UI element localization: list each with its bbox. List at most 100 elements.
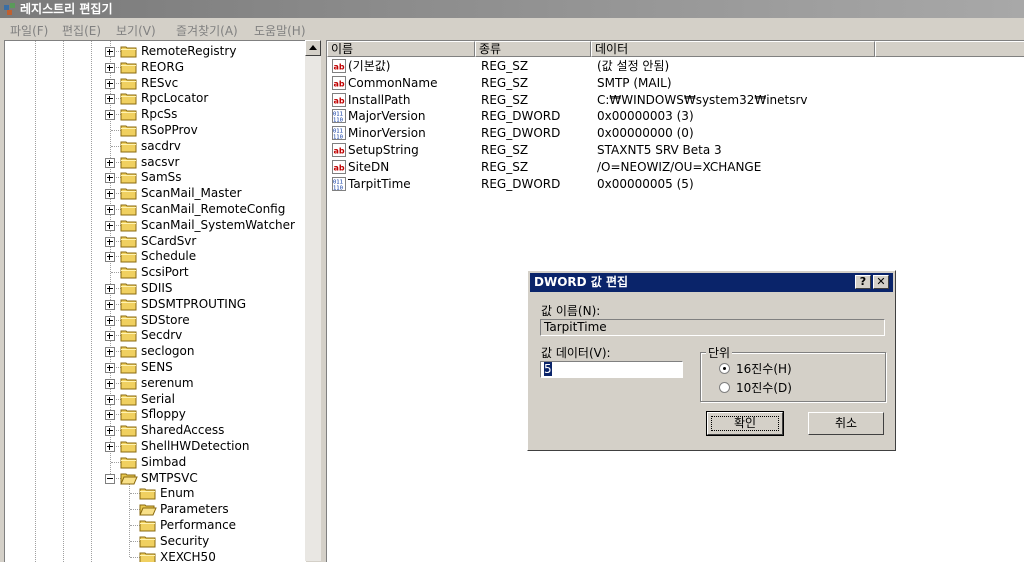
tree-item[interactable]: Enum — [5, 485, 305, 501]
scroll-up-button[interactable] — [305, 40, 321, 56]
tree-item[interactable]: RpcSs — [5, 106, 305, 122]
radio-hex-label[interactable]: 16진수(H) — [736, 360, 792, 377]
expand-icon[interactable] — [105, 442, 115, 452]
tree-item[interactable]: SMTPSVC — [5, 470, 305, 486]
tree-item[interactable]: seclogon — [5, 343, 305, 359]
expand-icon[interactable] — [105, 426, 115, 437]
cancel-button[interactable]: 취소 — [808, 412, 884, 435]
expand-icon[interactable] — [105, 394, 115, 405]
expand-icon[interactable] — [105, 173, 115, 184]
close-button[interactable]: ✕ — [873, 275, 889, 289]
expand-icon[interactable] — [105, 363, 115, 373]
tree-item[interactable]: RSoPProv — [5, 122, 305, 138]
value-data: 0x00000005 (5) — [597, 176, 694, 191]
tree-item[interactable]: ShellHWDetection — [5, 438, 305, 454]
menu-file[interactable]: 파일(F) — [10, 22, 48, 39]
tree-item[interactable]: ScanMail_RemoteConfig — [5, 201, 305, 217]
expand-icon[interactable] — [105, 94, 115, 105]
tree-item[interactable]: SENS — [5, 359, 305, 375]
expand-icon[interactable] — [105, 157, 115, 168]
radio-hex[interactable] — [719, 363, 730, 374]
tree-item[interactable]: SamSs — [5, 169, 305, 185]
tree-item[interactable]: Sfloppy — [5, 406, 305, 422]
tree-item[interactable]: RemoteRegistry — [5, 43, 305, 59]
value-row[interactable]: ab InstallPath REG_SZ C:₩WINDOWS₩system32₩i… — [327, 92, 1024, 108]
tree-item[interactable]: RpcLocator — [5, 90, 305, 106]
expand-icon[interactable] — [105, 220, 115, 231]
expand-icon[interactable] — [105, 331, 115, 342]
tree-item-label: Sfloppy — [141, 407, 186, 422]
expand-icon[interactable] — [105, 347, 115, 358]
cancel-button-label: 취소 — [834, 416, 858, 430]
tree-item[interactable]: SDIIS — [5, 280, 305, 296]
tree-item-label: REORG — [141, 59, 185, 74]
tree-item-label: Simbad — [141, 454, 187, 469]
tree-item[interactable]: SDStore — [5, 312, 305, 328]
dialog-titlebar[interactable]: DWORD 값 편집 ? ✕ — [530, 273, 893, 292]
expand-icon[interactable] — [105, 315, 115, 326]
column-header-type[interactable]: 종류 — [475, 41, 591, 57]
tree-item[interactable]: XEXCH50 — [5, 549, 305, 562]
tree-item[interactable]: sacdrv — [5, 138, 305, 154]
tree-item[interactable]: RESvc — [5, 75, 305, 91]
tree-item-label: RESvc — [141, 75, 179, 90]
tree-item[interactable]: SharedAccess — [5, 422, 305, 438]
column-header-data[interactable]: 데이터 — [591, 41, 875, 57]
value-data: /O=NEOWIZ/OU=XCHANGE — [597, 159, 762, 174]
help-button[interactable]: ? — [855, 275, 871, 289]
tree-item[interactable]: Simbad — [5, 454, 305, 470]
expand-icon[interactable] — [105, 78, 115, 89]
folder-icon — [120, 376, 138, 390]
expand-icon[interactable] — [105, 284, 115, 294]
expand-icon[interactable] — [105, 410, 115, 421]
radio-selected-dot — [723, 367, 726, 370]
value-row[interactable]: 011 110 MinorVersion REG_DWORD 0x00000000 (0… — [327, 125, 1024, 141]
tree-item-label: SCardSvr — [141, 233, 197, 248]
value-row[interactable]: ab SiteDN REG_SZ/O=NEOWIZ/OU=XCHANGE — [327, 159, 1024, 175]
tree-item[interactable]: sacsvr — [5, 154, 305, 170]
window-titlebar[interactable]: 레지스트리 편집기 — [0, 0, 1024, 18]
radio-dec-label[interactable]: 10진수(D) — [736, 379, 792, 396]
radio-dec[interactable] — [719, 382, 730, 393]
menu-help[interactable]: 도움말(H) — [254, 22, 306, 39]
menu-favorites[interactable]: 즐겨찾기(A) — [176, 22, 238, 39]
ok-button[interactable]: 확인 — [706, 411, 784, 436]
value-name: MinorVersion — [348, 126, 426, 141]
registry-key-tree[interactable]: RemoteRegistry REORG RESvc RpcLocator RpcSs R… — [4, 40, 306, 562]
expand-icon[interactable] — [105, 252, 115, 263]
expand-icon[interactable] — [105, 189, 115, 200]
column-header-name[interactable]: 이름 — [327, 41, 475, 57]
value-row[interactable]: ab (기본값) REG_SZ (값 설정 안됨) — [327, 58, 1024, 74]
tree-item[interactable]: Security — [5, 533, 305, 549]
expand-icon[interactable] — [105, 236, 115, 247]
menu-edit[interactable]: 편집(E) — [62, 22, 101, 39]
tree-item[interactable]: ScanMail_SystemWatcher — [5, 217, 305, 233]
expand-icon[interactable] — [105, 62, 115, 73]
tree-item[interactable]: Performance — [5, 517, 305, 533]
tree-item[interactable]: Serial — [5, 391, 305, 407]
collapse-icon[interactable] — [105, 473, 115, 484]
value-row[interactable]: 011 110 TarpitTime REG_DWORD 0x00000005 (5) — [327, 176, 1024, 192]
tree-item-label: RSoPProv — [141, 123, 198, 137]
value-row[interactable]: ab CommonName REG_SZ SMTP (MAIL) — [327, 75, 1024, 91]
tree-item[interactable]: Schedule — [5, 248, 305, 264]
value-data-input[interactable]: 5 — [540, 361, 683, 378]
tree-item[interactable]: ScsiPort — [5, 264, 305, 280]
expand-icon[interactable] — [105, 205, 115, 215]
menu-view[interactable]: 보기(V) — [116, 22, 156, 39]
tree-scrollbar[interactable] — [305, 40, 321, 561]
tree-item[interactable]: SCardSvr — [5, 233, 305, 249]
tree-item[interactable]: SDSMTPROUTING — [5, 296, 305, 312]
expand-icon[interactable] — [105, 47, 115, 57]
value-data: 0x00000003 (3) — [597, 109, 694, 124]
expand-icon[interactable] — [105, 110, 115, 121]
tree-item[interactable]: Secdrv — [5, 327, 305, 343]
tree-item[interactable]: serenum — [5, 375, 305, 391]
tree-item[interactable]: ScanMail_Master — [5, 185, 305, 201]
tree-item[interactable]: Parameters — [5, 501, 305, 517]
value-row[interactable]: ab SetupString REG_SZ STAXNT5 SRV Beta 3 — [327, 142, 1024, 158]
value-row[interactable]: 011 110 MajorVersion REG_DWORD 0x00000003 (3… — [327, 108, 1024, 124]
expand-icon[interactable] — [105, 299, 115, 310]
expand-icon[interactable] — [105, 378, 115, 389]
tree-item[interactable]: REORG — [5, 59, 305, 75]
